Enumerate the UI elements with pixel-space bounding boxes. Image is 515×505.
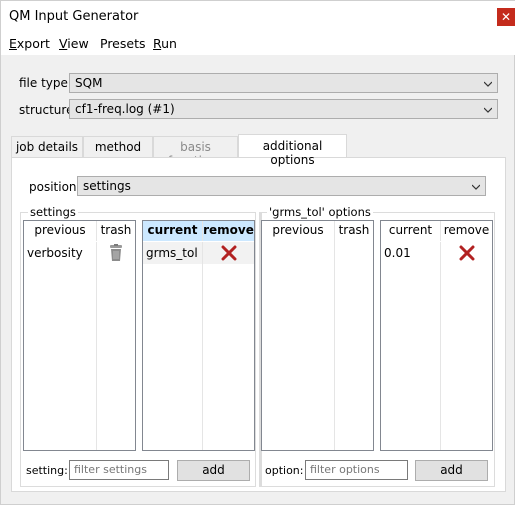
column-divider xyxy=(202,263,203,450)
close-button[interactable]: ✕ xyxy=(497,8,515,26)
option-value: 0.01 xyxy=(384,246,411,260)
current-options-list[interactable]: current remove 0.01 xyxy=(380,220,493,451)
tab-basis-functions: basis functions xyxy=(153,136,238,168)
list-item[interactable]: 0.01 xyxy=(381,242,492,264)
column-header-remove[interactable]: remove xyxy=(440,221,492,241)
file-type-combo[interactable]: SQM xyxy=(69,73,498,93)
tab-job-details[interactable]: job details xyxy=(11,136,83,157)
current-settings-header: current remove xyxy=(143,221,254,241)
menu-presets[interactable]: Presets xyxy=(100,36,146,51)
column-header-current[interactable]: current xyxy=(143,221,202,241)
structure-value: cf1-freq.log (#1) xyxy=(75,102,175,116)
menu-bar: Export View Presets Run xyxy=(1,33,515,55)
column-divider xyxy=(96,263,97,450)
close-icon: ✕ xyxy=(500,10,512,24)
menu-view[interactable]: View xyxy=(59,36,89,51)
column-header-trash[interactable]: trash xyxy=(96,221,135,241)
qm-input-generator-window: QM Input Generator ✕ Export View Presets… xyxy=(0,0,515,505)
window-title: QM Input Generator xyxy=(9,9,139,24)
file-type-label: file type: xyxy=(19,76,72,90)
file-type-value: SQM xyxy=(75,76,103,90)
column-divider xyxy=(334,241,335,450)
remove-x-icon xyxy=(221,245,236,261)
list-item[interactable]: verbosity xyxy=(24,242,135,264)
additional-options-panel: position: settings settings previous tra… xyxy=(11,157,506,492)
previous-settings-header: previous trash xyxy=(24,221,135,241)
structure-combo[interactable]: cf1-freq.log (#1) xyxy=(69,99,498,119)
column-header-previous[interactable]: previous xyxy=(24,221,96,241)
filter-options-input[interactable]: filter options xyxy=(305,460,408,480)
setting-filter-label: setting: xyxy=(26,464,68,477)
remove-x-icon xyxy=(459,245,474,261)
setting-name: verbosity xyxy=(27,246,83,260)
trash-icon xyxy=(110,244,122,261)
remove-button[interactable] xyxy=(440,242,492,264)
column-header-remove[interactable]: remove xyxy=(202,221,254,241)
chevron-down-icon xyxy=(484,107,492,113)
trash-button[interactable] xyxy=(96,242,135,264)
title-bar: QM Input Generator ✕ xyxy=(1,1,515,33)
menu-export[interactable]: Export xyxy=(9,36,50,51)
current-options-header: current remove xyxy=(381,221,492,241)
column-header-previous[interactable]: previous xyxy=(262,221,334,241)
previous-options-header: previous trash xyxy=(262,221,373,241)
settings-group-title: settings xyxy=(28,205,78,219)
setting-name: grms_tol xyxy=(146,246,198,260)
remove-button[interactable] xyxy=(202,242,254,264)
menu-run[interactable]: Run xyxy=(153,36,177,51)
options-group-title: 'grms_tol' options xyxy=(267,205,373,219)
tab-method[interactable]: method xyxy=(83,136,153,157)
chevron-down-icon xyxy=(484,81,492,87)
chevron-down-icon xyxy=(472,184,480,190)
column-header-current[interactable]: current xyxy=(381,221,440,241)
column-header-trash[interactable]: trash xyxy=(334,221,373,241)
current-settings-list[interactable]: current remove grms_tol xyxy=(142,220,255,451)
option-filter-label: option: xyxy=(265,464,304,477)
filter-settings-input[interactable]: filter settings xyxy=(69,460,169,480)
previous-settings-list[interactable]: previous trash verbosity xyxy=(23,220,136,451)
column-divider xyxy=(440,263,441,450)
position-value: settings xyxy=(83,179,131,193)
list-item[interactable]: grms_tol xyxy=(143,242,254,264)
position-label: position: xyxy=(29,180,81,194)
add-setting-button[interactable]: add xyxy=(177,460,250,481)
position-combo[interactable]: settings xyxy=(77,176,486,196)
add-option-button[interactable]: add xyxy=(415,460,488,481)
tab-additional-options[interactable]: additional options xyxy=(238,134,347,167)
previous-options-list[interactable]: previous trash xyxy=(261,220,374,451)
